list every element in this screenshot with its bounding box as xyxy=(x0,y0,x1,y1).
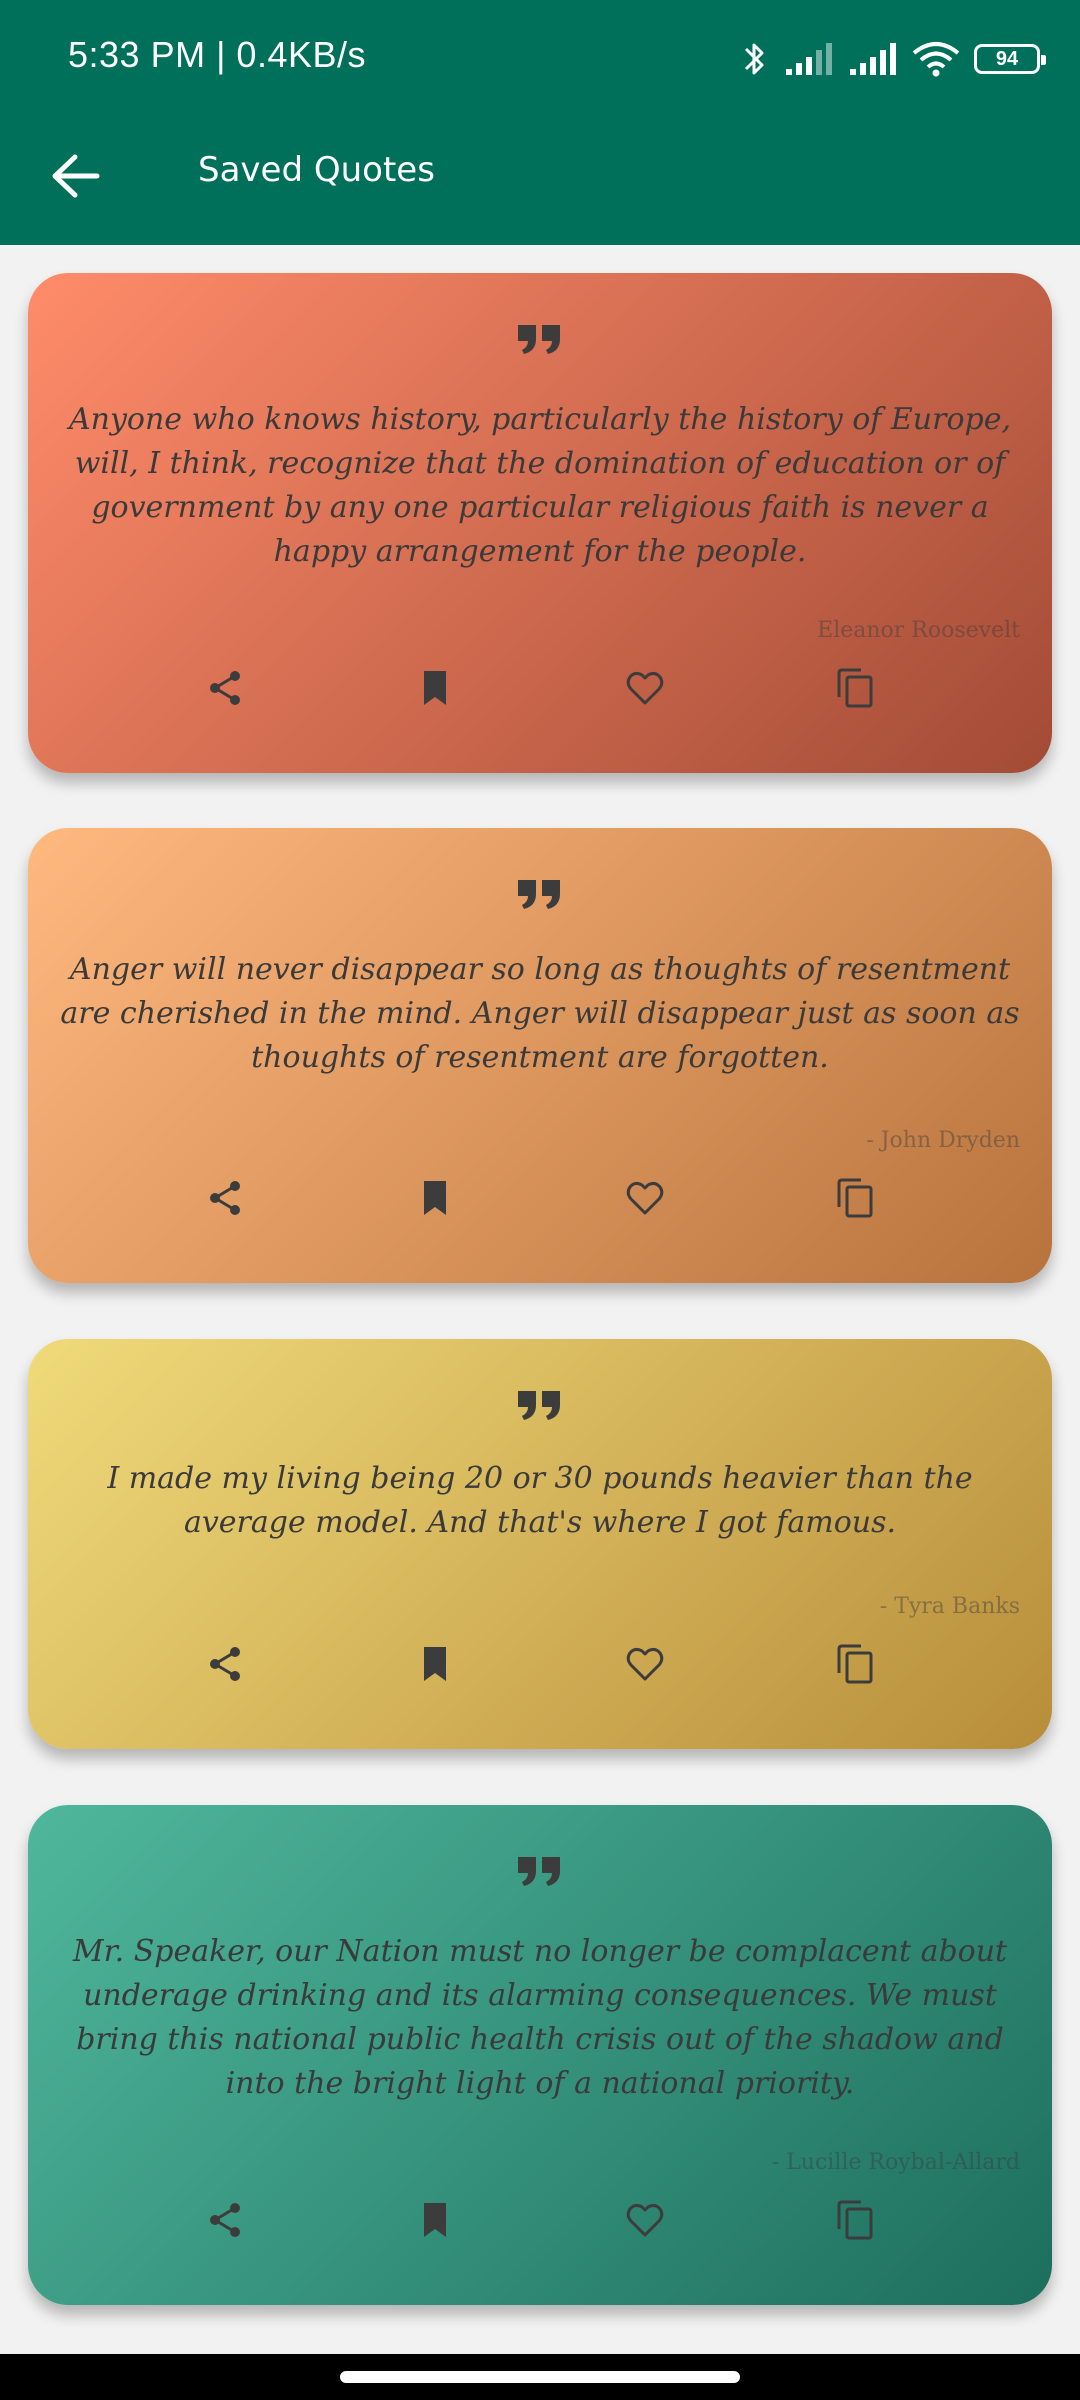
like-button[interactable] xyxy=(613,1168,677,1232)
quote-card: Anyone who knows history, particularly t… xyxy=(28,273,1052,773)
wifi-icon xyxy=(912,41,960,77)
copy-icon xyxy=(835,667,875,714)
quote-author: - Lucille Roybal-Allard xyxy=(771,2150,1020,2175)
bookmark-icon xyxy=(419,2200,451,2245)
quote-mark-icon xyxy=(28,323,1052,355)
share-button[interactable] xyxy=(193,1168,257,1232)
bookmark-icon xyxy=(419,1644,451,1689)
like-button[interactable] xyxy=(613,1634,677,1698)
quote-card: I made my living being 20 or 30 pounds h… xyxy=(28,1339,1052,1749)
heart-outline-icon xyxy=(625,1179,665,1222)
heart-outline-icon xyxy=(625,2201,665,2244)
bookmark-button[interactable] xyxy=(403,1168,467,1232)
quote-text: Anyone who knows history, particularly t… xyxy=(68,402,1012,569)
quote-mark-icon xyxy=(28,1855,1052,1887)
quote-mark-icon xyxy=(28,878,1052,910)
share-icon xyxy=(205,1178,245,1223)
heart-outline-icon xyxy=(625,669,665,712)
copy-button[interactable] xyxy=(823,2190,887,2254)
quote-author: Eleanor Roosevelt xyxy=(817,618,1020,643)
card-actions xyxy=(28,1168,1052,1248)
copy-button[interactable] xyxy=(823,658,887,722)
quote-text: Mr. Speaker, our Nation must no longer b… xyxy=(72,1934,1008,2101)
back-button[interactable] xyxy=(44,146,108,210)
copy-icon xyxy=(835,2199,875,2246)
battery-icon: 94 xyxy=(974,44,1046,74)
share-icon xyxy=(205,2200,245,2245)
quote-text: Anger will never disappear so long as th… xyxy=(60,952,1020,1075)
arrow-back-icon xyxy=(51,153,101,204)
like-button[interactable] xyxy=(613,2190,677,2254)
status-bar: 5:33 PM | 0.4KB/s 94 xyxy=(0,0,1080,118)
share-icon xyxy=(205,1644,245,1689)
signal-icon xyxy=(784,41,834,77)
heart-outline-icon xyxy=(625,1645,665,1688)
quote-author: - John Dryden xyxy=(866,1128,1020,1153)
card-actions xyxy=(28,658,1052,738)
share-button[interactable] xyxy=(193,1634,257,1698)
status-icons: 94 xyxy=(740,34,1046,84)
bookmark-icon xyxy=(419,668,451,713)
quote-text: I made my living being 20 or 30 pounds h… xyxy=(107,1461,973,1540)
app-bar: Saved Quotes xyxy=(0,118,1080,245)
share-icon xyxy=(205,668,245,713)
page-title: Saved Quotes xyxy=(198,150,435,190)
battery-level: 94 xyxy=(995,47,1019,70)
quote-card: Mr. Speaker, our Nation must no longer b… xyxy=(28,1805,1052,2305)
bookmark-button[interactable] xyxy=(403,658,467,722)
bookmark-button[interactable] xyxy=(403,2190,467,2254)
copy-button[interactable] xyxy=(823,1634,887,1698)
status-time: 5:33 PM | 0.4KB/s xyxy=(68,34,366,75)
bluetooth-icon xyxy=(740,39,770,79)
like-button[interactable] xyxy=(613,658,677,722)
quote-card: Anger will never disappear so long as th… xyxy=(28,828,1052,1283)
card-actions xyxy=(28,2190,1052,2270)
copy-icon xyxy=(835,1643,875,1690)
share-button[interactable] xyxy=(193,658,257,722)
system-nav-bar xyxy=(0,2354,1080,2400)
bookmark-button[interactable] xyxy=(403,1634,467,1698)
signal-icon xyxy=(848,41,898,77)
card-actions xyxy=(28,1634,1052,1714)
bookmark-icon xyxy=(419,1178,451,1223)
share-button[interactable] xyxy=(193,2190,257,2254)
quote-mark-icon xyxy=(28,1389,1052,1421)
copy-icon xyxy=(835,1177,875,1224)
quote-author: - Tyra Banks xyxy=(879,1594,1020,1619)
copy-button[interactable] xyxy=(823,1168,887,1232)
home-indicator[interactable] xyxy=(340,2371,740,2383)
